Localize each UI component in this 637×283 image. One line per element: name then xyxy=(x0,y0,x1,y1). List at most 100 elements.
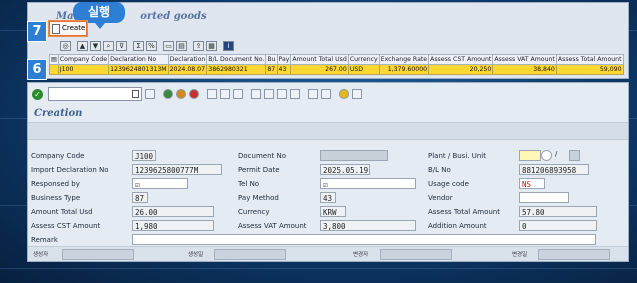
row-select-header[interactable]: ▤ xyxy=(49,54,59,65)
cell-amount-total[interactable]: 267.00 xyxy=(290,64,349,75)
company-code-field[interactable]: J100 xyxy=(132,150,156,161)
assess-cst-field[interactable]: 1,980 xyxy=(132,220,214,231)
remark-field[interactable] xyxy=(132,234,596,245)
creation-window: ✓ Creation Company Code J100 Import Decl… xyxy=(27,82,629,262)
amount-total-usd-field[interactable]: 26.00 xyxy=(132,206,214,217)
cell-declaration-no[interactable]: 12396248013​13M xyxy=(108,64,169,75)
col-header[interactable]: Exchange Rate xyxy=(378,54,430,65)
document-no-field[interactable] xyxy=(320,150,388,161)
table-row[interactable]: J100 12396248013​13M 2024.08.07 38629803… xyxy=(49,64,624,75)
business-unit-field[interactable] xyxy=(569,150,580,161)
filter-icon[interactable]: ⊽ xyxy=(116,41,127,51)
import-declaration-field[interactable]: 12396258007​77M xyxy=(132,164,222,175)
command-history-icon[interactable] xyxy=(132,90,139,98)
command-field[interactable] xyxy=(48,87,142,101)
changed-by-field[interactable] xyxy=(380,249,452,260)
plant-busi-unit-label: Plant / Busi. Unit xyxy=(428,152,486,160)
grid-toolbar: ◎ ▲ ▼ ⌕ ⊽ Σ % ▭ ▤ ⇪ ▦ i xyxy=(44,39,632,53)
created-by-label: 생성자 xyxy=(33,252,49,258)
new-session-icon[interactable] xyxy=(308,89,318,99)
remark-label: Remark xyxy=(31,236,58,244)
changed-on-label: 변경일 xyxy=(512,252,528,258)
cancel-icon[interactable] xyxy=(189,89,199,99)
layout-icon[interactable]: ▦ xyxy=(206,41,217,51)
col-header[interactable]: Assess CST Amount xyxy=(428,54,494,65)
sort-descending-icon[interactable]: ▼ xyxy=(90,41,101,51)
currency-label: Currency xyxy=(238,208,270,216)
col-header[interactable]: B/L Document No. xyxy=(206,54,267,65)
next-page-icon[interactable] xyxy=(277,89,287,99)
cell-bl-document-no[interactable]: 3862980321 xyxy=(206,64,267,75)
vendor-label: Vendor xyxy=(428,194,453,202)
exit-icon[interactable] xyxy=(176,89,186,99)
row-select-cell[interactable] xyxy=(49,64,59,75)
cell-pay-method[interactable]: 43 xyxy=(276,64,292,75)
view-icon[interactable]: ▤ xyxy=(176,41,187,51)
search-help-icon[interactable] xyxy=(541,150,552,161)
permit-date-field[interactable]: 2025.05.19 xyxy=(320,164,370,175)
print-icon[interactable]: ▭ xyxy=(163,41,174,51)
grid-header-row: ▤ Company Code Declaration No Declaratio… xyxy=(49,54,624,65)
changed-on-field[interactable] xyxy=(538,249,610,260)
find-icon[interactable] xyxy=(220,89,230,99)
pay-method-field[interactable]: 43 xyxy=(320,192,336,203)
sort-ascending-icon[interactable]: ▲ xyxy=(77,41,88,51)
assess-total-field[interactable]: 57.80 xyxy=(519,206,597,217)
shortcut-icon[interactable] xyxy=(321,89,331,99)
subtotal-icon[interactable]: % xyxy=(146,41,157,51)
details-icon[interactable]: ◎ xyxy=(60,41,71,51)
col-header[interactable]: Assess VAT Amount xyxy=(492,54,557,65)
amount-total-usd-label: Amount Total Usd xyxy=(31,208,93,216)
export-icon[interactable]: ⇪ xyxy=(193,41,204,51)
col-header[interactable]: Currency xyxy=(347,54,380,65)
col-header[interactable]: Pay xyxy=(276,54,292,65)
business-type-field[interactable]: 87 xyxy=(132,192,148,203)
col-header[interactable]: Company Code xyxy=(57,54,110,65)
sum-icon[interactable]: Σ xyxy=(133,41,144,51)
run-callout-badge: 실행 xyxy=(73,2,125,29)
cell-business-type[interactable]: 87 xyxy=(265,64,278,75)
responsed-by-field[interactable]: ☑ xyxy=(132,178,188,189)
col-header[interactable]: Bu xyxy=(265,54,278,65)
print-icon[interactable] xyxy=(207,89,217,99)
created-by-field[interactable] xyxy=(62,249,134,260)
customize-layout-icon[interactable] xyxy=(352,89,362,99)
col-header[interactable]: Declaration xyxy=(167,54,208,65)
find-icon[interactable]: ⌕ xyxy=(103,41,114,51)
usage-code-label: Usage code xyxy=(428,180,469,188)
cell-currency[interactable]: USD xyxy=(347,64,380,75)
cell-assess-total[interactable]: 59,090 xyxy=(555,64,624,75)
enter-check-icon[interactable]: ✓ xyxy=(32,88,43,100)
cell-company-code[interactable]: J100 xyxy=(57,64,110,75)
cell-assess-cst[interactable]: 20,250 xyxy=(428,64,494,75)
assess-vat-label: Assess VAT Amount xyxy=(238,222,307,230)
assess-total-label: Assess Total Amount xyxy=(428,208,500,216)
back-icon[interactable] xyxy=(163,89,173,99)
cell-exchange-rate[interactable]: 1,379.60000 xyxy=(378,64,430,75)
bl-no-field[interactable]: 881206893958 xyxy=(519,164,589,175)
assess-vat-field[interactable]: 3,800 xyxy=(320,220,416,231)
plant-field[interactable] xyxy=(519,150,541,161)
tel-no-field[interactable]: ☑ xyxy=(320,178,416,189)
cell-assess-vat[interactable]: 38,840 xyxy=(492,64,557,75)
created-on-field[interactable] xyxy=(214,249,286,260)
usage-code-field[interactable]: NS xyxy=(519,178,545,189)
create-button[interactable]: Create xyxy=(49,21,87,36)
import-declaration-label: Import Declaration No xyxy=(31,166,109,174)
info-icon[interactable]: i xyxy=(223,41,234,51)
page-title: Creation xyxy=(34,108,83,119)
cell-declaration-date[interactable]: 2024.08.07 xyxy=(167,64,208,75)
first-page-icon[interactable] xyxy=(251,89,261,99)
col-header[interactable]: Declaration No xyxy=(108,54,169,65)
currency-field[interactable]: KRW xyxy=(320,206,346,217)
save-icon[interactable] xyxy=(145,89,155,99)
vendor-field[interactable] xyxy=(519,192,569,203)
last-page-icon[interactable] xyxy=(290,89,300,99)
addition-amount-field[interactable]: 0 xyxy=(519,220,597,231)
col-header[interactable]: Assess Total Amount xyxy=(555,54,624,65)
col-header[interactable]: Amount Total Usd xyxy=(290,54,349,65)
previous-page-icon[interactable] xyxy=(264,89,274,99)
help-icon[interactable] xyxy=(339,89,349,99)
created-on-label: 생성일 xyxy=(188,252,204,258)
find-next-icon[interactable] xyxy=(233,89,243,99)
